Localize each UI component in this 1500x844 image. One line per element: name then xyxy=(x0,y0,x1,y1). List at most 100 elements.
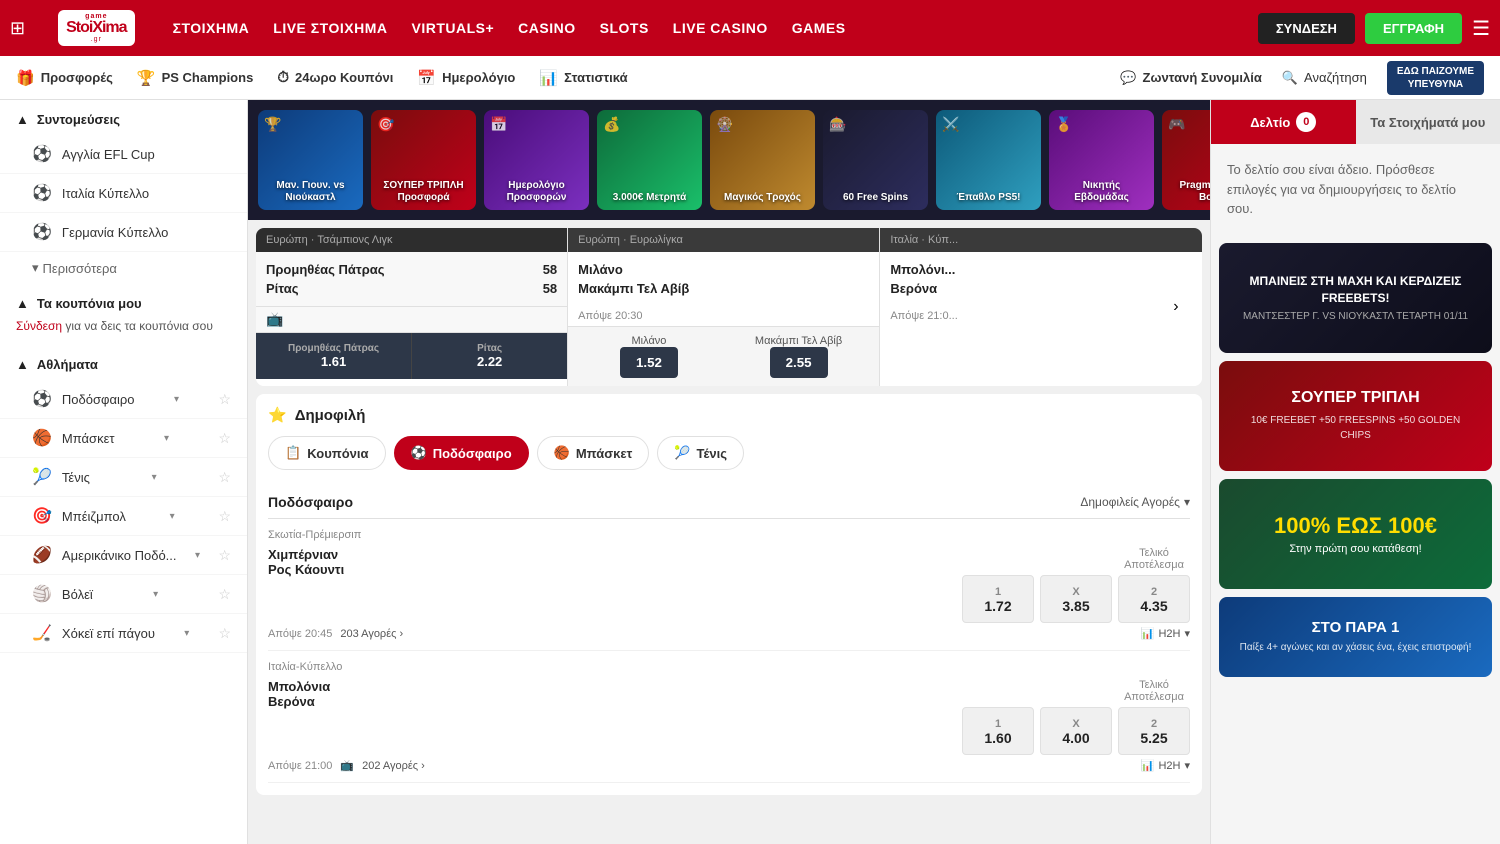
promo-magic-wheel-icon: 🎡 xyxy=(716,116,733,133)
offers-nav-item[interactable]: 🎁 Προσφορές xyxy=(16,69,113,87)
fav-icon-baseball[interactable]: ☆ xyxy=(218,508,231,525)
nav-stoixima[interactable]: ΣΤΟΙΧΗΜΑ xyxy=(173,20,250,36)
nav-live-stoixima[interactable]: LIVE ΣΤΟΙΧΗΜΑ xyxy=(273,20,387,36)
sports-section-title[interactable]: ▲ Αθλήματα xyxy=(0,345,247,380)
promo-card-pragmatic[interactable]: 🎮 Pragmatic Buy Bonus xyxy=(1162,110,1210,210)
login-button[interactable]: ΣΥΝΔΕΣΗ xyxy=(1258,13,1355,44)
match-next-button[interactable]: › xyxy=(1160,291,1192,323)
register-button[interactable]: ΕΓΓΡΑΦΗ xyxy=(1365,13,1462,44)
match1-odd2-button[interactable]: Ρίτας 2.22 xyxy=(412,333,567,379)
right-promo-super-triple[interactable]: ΣΟΥΠΕΡ ΤΡΙΠΛΗ 10€ FREEBET +50 FREESPINS … xyxy=(1219,361,1492,471)
betslip-tab-my-bets[interactable]: Τα Στοιχήματά μου xyxy=(1356,100,1500,144)
football-icon: ⚽ xyxy=(32,144,52,164)
tab-basketball[interactable]: 🏀 Μπάσκετ xyxy=(537,436,650,470)
scotland-oddX-button[interactable]: Χ 3.85 xyxy=(1040,575,1112,623)
fav-icon-tennis[interactable]: ☆ xyxy=(218,469,231,486)
show-more-shortcuts[interactable]: ▾ Περισσότερα xyxy=(0,252,247,284)
right-promo-ps-champions[interactable]: ΜΠΑΙΝΕΙΣ ΣΤΗ ΜΑΧΗ ΚΑΙ ΚΕΡΔΙΖΕΙΣ FREEBETS… xyxy=(1219,243,1492,353)
scotland-odd2-button[interactable]: 2 4.35 xyxy=(1118,575,1190,623)
scotland-match-footer: Απόψε 20:45 203 Αγορές › 📊 H2H ▾ xyxy=(268,627,1190,640)
right-promo-para1[interactable]: ΣΤΟ ΠΑΡΑ 1 Παίξε 4+ αγώνες και αν χάσεις… xyxy=(1219,597,1492,677)
sidebar-item-baseball[interactable]: 🎯 Μπέιζμπολ ▾ ☆ xyxy=(0,497,247,536)
italy-odd2-button[interactable]: 2 5.25 xyxy=(1118,707,1190,755)
promo-cards-row: 🏆 Μαν. Γιουν. vs Νιούκαστλ 🎯 ΣΟΥΠΕΡ ΤΡΙΠ… xyxy=(248,100,1210,220)
promo-card-ps5[interactable]: ⚔️ Έπαθλο PS5! xyxy=(936,110,1041,210)
promo-card-calendar[interactable]: 📅 Ημερολόγιο Προσφορών xyxy=(484,110,589,210)
tab-tennis[interactable]: 🎾 Τένις xyxy=(657,436,744,470)
stats-nav-item[interactable]: 📊 Στατιστικά xyxy=(539,69,627,87)
sidebar-item-american-football[interactable]: 🏈 Αμερικάνικο Ποδό... ▾ ☆ xyxy=(0,536,247,575)
offers-icon: 🎁 xyxy=(16,69,35,87)
football-sport-icon: ⚽ xyxy=(32,389,52,409)
shortcuts-section-title[interactable]: ▲ Συντομεύσεις xyxy=(0,100,247,135)
scotland-markets-link[interactable]: 203 Αγορές › xyxy=(340,628,403,640)
nav-live-casino[interactable]: LIVE CASINO xyxy=(673,20,768,36)
fav-icon-am-football[interactable]: ☆ xyxy=(218,547,231,564)
coupon24-nav-item[interactable]: ⏱ 24ωρο Κουπόνι xyxy=(277,69,393,86)
chevron-down-ice-hockey: ▾ xyxy=(184,628,189,639)
chevron-down-h2h-italy: ▾ xyxy=(1184,759,1190,772)
tab-football[interactable]: ⚽ Ποδόσφαιρο xyxy=(394,436,529,470)
italy-odd1-button[interactable]: 1 1.60 xyxy=(962,707,1034,755)
hamburger-icon[interactable]: ☰ xyxy=(1472,16,1490,41)
promo-ps-champions-icon: 🏆 xyxy=(264,116,281,133)
promo-card-magic-wheel[interactable]: 🎡 Μαγικός Τροχός xyxy=(710,110,815,210)
scotland-h2h-button[interactable]: 📊 H2H ▾ xyxy=(1141,627,1190,640)
match2-odd2-button[interactable]: 2.55 xyxy=(770,347,828,378)
coupons-login-link[interactable]: Σύνδεση xyxy=(16,319,62,333)
nav-games[interactable]: GAMES xyxy=(792,20,846,36)
calendar-label: Ημερολόγιο xyxy=(442,70,515,85)
match3-time: Απόψε 21:0... xyxy=(880,306,1202,326)
sidebar-item-italy-cup[interactable]: ⚽ Ιταλία Κύπελλο xyxy=(0,174,247,213)
calendar-nav-item[interactable]: 📅 Ημερολόγιο xyxy=(417,69,515,87)
fav-icon-basketball[interactable]: ☆ xyxy=(218,430,231,447)
italy-h2h-button[interactable]: 📊 H2H ▾ xyxy=(1141,759,1190,772)
chevron-down-markets: ▾ xyxy=(1184,495,1190,509)
italy-time-block: Απόψε 21:00 📺 202 Αγορές › xyxy=(268,759,425,772)
popular-markets-dropdown[interactable]: Δημοφιλείς Αγορές ▾ xyxy=(1080,495,1190,509)
promo-card-ps-champions[interactable]: 🏆 Μαν. Γιουν. vs Νιούκαστλ xyxy=(258,110,363,210)
nav-virtuals[interactable]: VIRTUALS+ xyxy=(411,20,494,36)
sidebar-item-tennis[interactable]: 🎾 Τένις ▾ ☆ xyxy=(0,458,247,497)
fav-icon-ice-hockey[interactable]: ☆ xyxy=(218,625,231,642)
sidebar-item-germany-cup[interactable]: ⚽ Γερμανία Κύπελλο xyxy=(0,213,247,252)
match2-odd1-button[interactable]: 1.52 xyxy=(620,347,678,378)
live-chat-button[interactable]: 💬 Ζωντανή Συνομιλία xyxy=(1120,70,1262,86)
scotland-odd1-button[interactable]: 1 1.72 xyxy=(962,575,1034,623)
sidebar-item-england-efl[interactable]: ⚽ Αγγλία EFL Cup xyxy=(0,135,247,174)
betslip-tab-active[interactable]: Δελτίο 0 xyxy=(1211,100,1356,144)
grid-icon[interactable]: ⊞ xyxy=(10,18,25,39)
ps-champions-nav-item[interactable]: 🏆 PS Champions xyxy=(137,69,253,87)
sidebar-item-volleyball[interactable]: 🏐 Βόλεϊ ▾ ☆ xyxy=(0,575,247,614)
tv-icon-italy: 📺 xyxy=(340,759,354,772)
live-chat-label: Ζωντανή Συνομιλία xyxy=(1143,70,1262,85)
basketball-tab-label: Μπάσκετ xyxy=(576,446,633,461)
top-navigation: ⊞ game StoiXima .gr ΣΤΟΙΧΗΜΑ LIVE ΣΤΟΙΧΗ… xyxy=(0,0,1500,56)
sidebar-item-football[interactable]: ⚽ Ποδόσφαιρο ▾ ☆ xyxy=(0,380,247,419)
sidebar-item-basketball[interactable]: 🏀 Μπάσκετ ▾ ☆ xyxy=(0,419,247,458)
promo-card-winner[interactable]: 🏅 Νικητής Εβδομάδας xyxy=(1049,110,1154,210)
italy-markets-link[interactable]: 202 Αγορές › xyxy=(362,760,425,772)
athletes-label: Αθλήματα xyxy=(37,357,98,372)
nav-slots[interactable]: SLOTS xyxy=(600,20,649,36)
logo[interactable]: game StoiXima .gr xyxy=(50,6,142,50)
match-block-3: Ιταλία · Κύπ... Μπολόνι... Βερόνα Απόψε … xyxy=(880,228,1202,386)
search-button[interactable]: 🔍 Αναζήτηση xyxy=(1282,70,1367,86)
chevron-down-tennis: ▾ xyxy=(152,472,157,483)
nav-casino[interactable]: CASINO xyxy=(518,20,575,36)
match-highlights: Ευρώπη · Τσάμπιονς Λιγκ Προμηθέας Πάτρας… xyxy=(256,228,1202,386)
italy-oddX-button[interactable]: Χ 4.00 xyxy=(1040,707,1112,755)
tv-icon-match1[interactable]: 📺 xyxy=(266,311,283,327)
sidebar-item-ice-hockey[interactable]: 🏒 Χόκεϊ επί πάγου ▾ ☆ xyxy=(0,614,247,653)
tab-coupons[interactable]: 📋 Κουπόνια xyxy=(268,436,386,470)
scotland-odds-block: Τελικό Αποτέλεσμα 1 1.72 Χ 3.85 xyxy=(962,547,1190,623)
fav-icon-volleyball[interactable]: ☆ xyxy=(218,586,231,603)
baseball-label: Μπέιζμπολ xyxy=(62,509,126,524)
fav-icon-football[interactable]: ☆ xyxy=(218,391,231,408)
promo-card-counter[interactable]: 💰 3.000€ Μετρητά xyxy=(597,110,702,210)
match1-odd1-button[interactable]: Προμηθέας Πάτρας 1.61 xyxy=(256,333,412,379)
promo-card-free-spins[interactable]: 🎰 60 Free Spins xyxy=(823,110,928,210)
scotland-result-header: Τελικό Αποτέλεσμα xyxy=(1118,547,1190,571)
right-promo-bonus100[interactable]: 100% ΕΩΣ 100€ Στην πρώτη σου κατάθεση! xyxy=(1219,479,1492,589)
promo-card-super-triple[interactable]: 🎯 ΣΟΥΠΕΡ ΤΡΙΠΛΗ Προσφορά xyxy=(371,110,476,210)
